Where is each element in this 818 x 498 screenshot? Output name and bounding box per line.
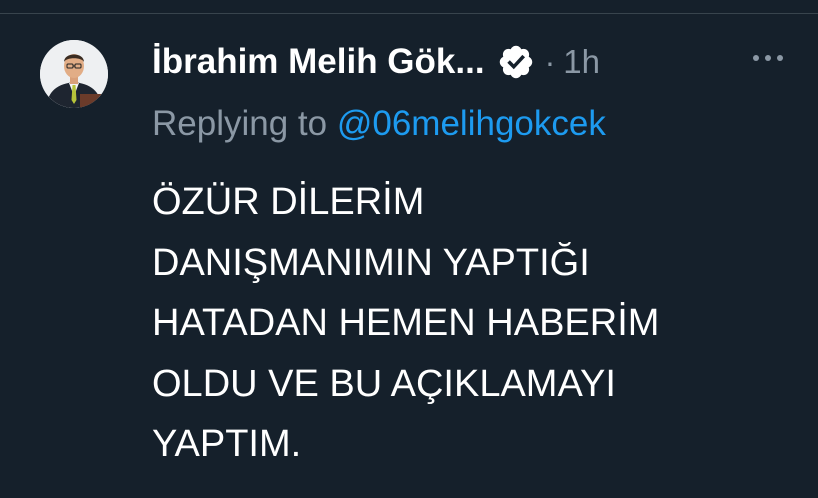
tweet-text-line: ÖZÜR DİLERİM bbox=[152, 181, 425, 223]
tweet-text-line: YAPTIM. bbox=[152, 423, 302, 465]
replying-to-label: Replying to bbox=[152, 104, 328, 143]
tweet-header: İbrahim Melih Gök... · 1h bbox=[152, 38, 600, 86]
replying-to-line: Replying to @06melihgokcek bbox=[152, 104, 606, 144]
tweet-text-line: DANIŞMANIMIN YAPTIĞI bbox=[152, 241, 590, 284]
avatar[interactable] bbox=[40, 40, 108, 108]
timestamp[interactable]: 1h bbox=[563, 43, 600, 81]
tweet-text-line: HATADAN HEMEN HABERİM bbox=[152, 302, 660, 344]
separator-dot: · bbox=[544, 43, 556, 80]
tweet-text: ÖZÜR DİLERİM DANIŞMANIMIN YAPTIĞI HATADA… bbox=[152, 172, 792, 475]
verified-badge-icon bbox=[499, 45, 532, 79]
tweet-text-line: OLDU VE BU AÇIKLAMAYI bbox=[152, 362, 616, 405]
profile-photo bbox=[40, 40, 108, 108]
author-name[interactable]: İbrahim Melih Gök... bbox=[152, 42, 485, 82]
more-horizontal-icon[interactable] bbox=[748, 46, 788, 70]
divider-line bbox=[0, 13, 818, 14]
reply-handle-link[interactable]: @06melihgokcek bbox=[337, 104, 606, 143]
